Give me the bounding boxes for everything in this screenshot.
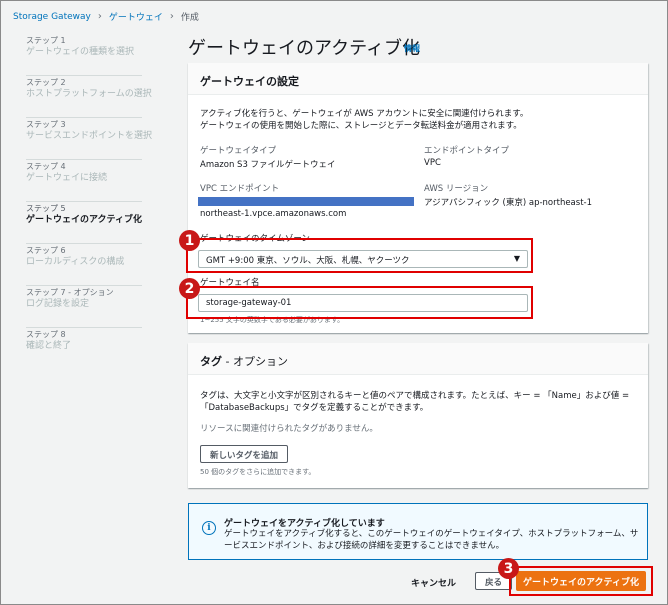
step-number: ステップ 4 [26,162,66,171]
callout-box-timezone [186,238,533,273]
endpoint-type-value: VPC [424,158,441,168]
step-number: ステップ 2 [26,78,66,87]
callout-box-activate [509,566,653,596]
tags-description-2: 「DatabaseBackups」でタグを定義することができます。 [200,403,429,413]
redacted-bar [198,197,414,206]
chevron-right-icon: › [97,11,102,22]
page-title: ゲートウェイのアクティブ化 [188,38,421,59]
breadcrumb: Storage Gateway › ゲートウェイ › 作成 [13,10,199,23]
aws-region-value: アジアパシフィック (東京) ap-northeast-1 [424,198,593,208]
breadcrumb-gateways[interactable]: ゲートウェイ [109,10,163,23]
step-label: ローカルディスクの構成 [26,257,125,267]
step-6: ステップ 6 ローカルディスクの構成 [26,245,142,286]
add-tag-button[interactable]: 新しいタグを追加 [200,445,289,463]
step-number: ステップ 6 [26,246,66,255]
panel-heading: ゲートウェイの設定 [188,63,648,95]
step-2: ステップ 2 ホストプラットフォームの選択 [26,77,152,118]
info-icon: i [202,521,216,535]
callout-badge-2: 2 [179,278,200,299]
panel-heading: タグ - オプション [188,343,648,375]
step-label: ログ記録を設定 [26,299,90,309]
optional-suffix: - オプション [222,355,288,368]
breadcrumb-storage-gateway[interactable]: Storage Gateway [13,12,91,22]
tags-heading: タグ [200,355,222,368]
cancel-button[interactable]: キャンセル [411,576,456,589]
step-4: ステップ 4 ゲートウェイに接続 [26,161,142,202]
vpc-endpoint-label: VPC エンドポイント [200,184,280,194]
step-3: ステップ 3 サービスエンドポイントを選択 [26,119,153,160]
step-number: ステップ 3 [26,120,66,129]
callout-box-gateway-name [186,286,533,319]
callout-badge-1: 1 [179,230,200,251]
step-label: ゲートウェイの種類を選択 [26,47,135,57]
step-number: ステップ 7 - オプション [26,288,114,297]
callout-badge-3: 3 [498,558,519,579]
step-8: ステップ 8 確認と終了 [26,329,142,370]
gateway-type-value: Amazon S3 ファイルゲートウェイ [200,160,336,170]
console-window: Storage Gateway › ゲートウェイ › 作成 ステップ 1 ゲート… [0,0,668,605]
info-link[interactable]: 情報 [404,43,420,54]
no-tags-message: リソースに関連付けられたタグがありません。 [200,424,378,434]
activation-info-alert: i ゲートウェイをアクティブ化しています ゲートウェイをアクティブ化すると、この… [188,503,648,560]
activation-description-2: ゲートウェイの使用を開始した際に、ストレージとデータ転送料金が適用されます。 [200,121,522,131]
vpc-endpoint-value: northeast-1.vpce.amazonaws.com [200,209,347,219]
gateway-type-label: ゲートウェイタイプ [200,146,277,156]
tags-limit-hint: 50 個のタグをさらに追加できます。 [200,468,316,476]
aws-region-label: AWS リージョン [424,184,489,194]
alert-body: ゲートウェイをアクティブ化すると、このゲートウェイのゲートウェイタイプ、ホストプ… [224,529,639,551]
step-label: ゲートウェイのアクティブ化 [26,215,143,225]
step-label: サービスエンドポイントを選択 [26,131,153,141]
step-label: 確認と終了 [26,341,72,351]
step-label: ゲートウェイに接続 [26,173,108,183]
breadcrumb-current: 作成 [180,13,199,23]
tags-panel: タグ - オプション タグは、大文字と小文字が区別されるキーと値のペアで構成され… [188,343,648,488]
activation-description-1: アクティブ化を行うと、ゲートウェイが AWS アカウントに安全に関連付けられます… [200,109,529,119]
step-label: ホストプラットフォームの選択 [26,89,152,99]
step-number: ステップ 8 [26,330,66,339]
step-7: ステップ 7 - オプション ログ記録を設定 [26,287,142,328]
step-1: ステップ 1 ゲートウェイの種類を選択 [26,35,142,76]
wizard-steps: ステップ 1 ゲートウェイの種類を選択 ステップ 2 ホストプラットフォームの選… [26,35,153,371]
tags-description-1: タグは、大文字と小文字が区別されるキーと値のペアで構成されます。たとえば、キー … [200,391,630,401]
step-number: ステップ 5 [26,204,66,213]
chevron-right-icon: › [169,11,174,22]
step-5-current: ステップ 5 ゲートウェイのアクティブ化 [26,203,142,244]
endpoint-type-label: エンドポイントタイプ [424,146,510,156]
step-number: ステップ 1 [26,36,66,45]
